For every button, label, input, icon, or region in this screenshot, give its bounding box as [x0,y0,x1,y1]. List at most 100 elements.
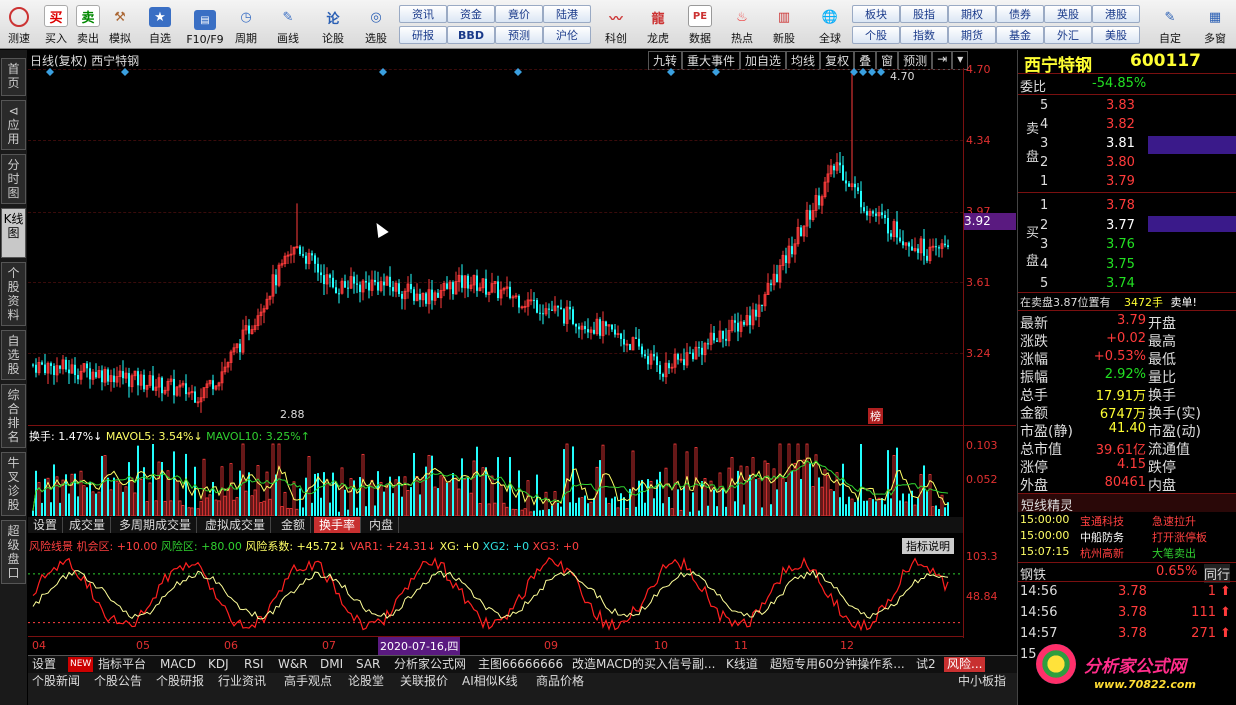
bbd-button[interactable]: BBD [447,26,495,44]
vol-tab-settings[interactable]: 设置 [28,517,64,533]
funds-button[interactable]: 基金 [996,26,1044,44]
multiwindow-button[interactable]: ▦ 多窗 [1196,2,1234,46]
vol-tab-amount[interactable]: 金额 [276,517,312,533]
sme-index-tab[interactable]: 中小板指 [958,674,1006,689]
uk-stocks-button[interactable]: 英股 [1044,5,1092,23]
auction-button[interactable]: 竟价 [495,5,543,23]
risk-tab[interactable]: 风险... [944,657,986,672]
tab-intraday[interactable]: 分时图 [1,154,26,204]
macd-tab[interactable]: MACD [160,657,196,672]
simulate-button[interactable]: ⚒ 模拟 [106,2,134,46]
elf-stock[interactable]: 杭州高新 [1080,545,1124,561]
f10-button[interactable]: ▤ F10/F9 [184,2,226,46]
stocks-button[interactable]: 个股 [852,26,900,44]
data-button[interactable]: PE 数据 [682,2,718,46]
sell-price[interactable]: 3.79 [1106,174,1135,189]
tab-stock-profile[interactable]: 个股资料 [1,262,26,326]
tab-apps[interactable]: ⊲ 应用 [1,100,26,150]
sector-button[interactable]: 板块 [852,5,900,23]
kline-chart-area[interactable]: 日线(复权) 西宁特钢 九转 重大事件 加自选 均线 复权 叠 窗 预测 ⇥ ▾… [28,50,1016,655]
custom-button[interactable]: ✎ 自定 [1150,2,1190,46]
vol-tab-volume[interactable]: 成交量 [64,517,112,533]
buy-price[interactable]: 3.74 [1106,276,1135,291]
dragon-tiger-button[interactable]: 龍龙虎 [640,2,676,46]
macd-buy-tab[interactable]: 改造MACD的买入信号副... [572,657,722,672]
forum-tab[interactable]: 论股堂 [348,674,384,689]
research-reports-tab[interactable]: 个股研报 [156,674,204,689]
expert-views-tab[interactable]: 高手观点 [284,674,332,689]
vol-tab-inner[interactable]: 内盘 [364,517,400,533]
fund-button[interactable]: 资金 [447,5,495,23]
bonds-button[interactable]: 债券 [996,5,1044,23]
kdj-tab[interactable]: KDJ [208,657,229,672]
vol-tab-virtual[interactable]: 虚拟成交量 [200,517,272,533]
news-button[interactable]: 资讯 [399,5,447,23]
speedtest-button[interactable]: 测速 [2,2,36,46]
wr-tab[interactable]: W&R [278,657,308,672]
60min-system-tab[interactable]: 超短专用60分钟操作系... [770,657,910,672]
dmi-tab[interactable]: DMI [320,657,343,672]
indicator-help-button[interactable]: 指标说明 [902,538,954,554]
turnover-bar [659,471,661,516]
main-chart-tab[interactable]: 主图66666666 [478,657,563,672]
stock-news-tab[interactable]: 个股新闻 [32,674,80,689]
global-button[interactable]: 🌐 全球 [810,2,850,46]
tab-ranking[interactable]: 综合排名 [1,384,26,448]
elf-time: 15:00:00 [1020,529,1070,542]
related-quotes-tab[interactable]: 关联报价 [400,674,448,689]
sell-price[interactable]: 3.80 [1106,155,1135,170]
tab-home[interactable]: 首页 [1,58,26,96]
rsi-tab[interactable]: RSI [244,657,264,672]
sar-tab[interactable]: SAR [356,657,380,672]
indicator-platform-tab[interactable]: 指标平台 [98,657,146,672]
research-button[interactable]: 研报 [399,26,447,44]
sell-price[interactable]: 3.82 [1106,117,1135,132]
sell-price[interactable]: 3.81 [1106,136,1135,151]
month-label: 04 [32,639,46,652]
elf-stock[interactable]: 中船防务 [1080,529,1124,545]
commodity-tab[interactable]: 商品价格 [536,674,584,689]
buy-price[interactable]: 3.76 [1106,237,1135,252]
futures-button[interactable]: 期货 [948,26,996,44]
tab-super-orderbook[interactable]: 超级盘口 [1,520,26,584]
ai-kline-tab[interactable]: AI相似K线 [462,674,518,689]
favorites-button[interactable]: ★ 自选 [142,2,178,46]
options-button[interactable]: 期权 [948,5,996,23]
buy-price[interactable]: 3.77 [1106,218,1135,233]
index-futures-button[interactable]: 股指 [900,5,948,23]
candle-body [698,347,700,349]
dragon-tiger-badge[interactable]: 榜 [868,408,883,424]
period-button[interactable]: ◷ 周期 [228,2,264,46]
tab-diagnose[interactable]: 牛叉诊股 [1,452,26,516]
hotspot-button[interactable]: ♨ 热点 [724,2,760,46]
us-stocks-button[interactable]: 美股 [1092,26,1140,44]
buy-button[interactable]: 买买入 [42,2,70,46]
stock-select-button[interactable]: ◎ 选股 [358,2,394,46]
announcements-tab[interactable]: 个股公告 [94,674,142,689]
forex-button[interactable]: 外汇 [1044,26,1092,44]
indicator-settings-tab[interactable]: 设置 [32,657,56,672]
shanghai-london-button[interactable]: 沪伦 [543,26,591,44]
forecast-button[interactable]: 预测 [495,26,543,44]
vol-tab-turnover[interactable]: 换手率 [314,517,362,533]
elf-stock[interactable]: 宝通科技 [1080,513,1124,529]
hk-stocks-button[interactable]: 港股 [1092,5,1140,23]
forum-button[interactable]: 论论股 [316,2,350,46]
sell-button[interactable]: 卖卖出 [74,2,102,46]
kline-channel-tab[interactable]: K线道 [726,657,758,672]
buy-price[interactable]: 3.75 [1106,257,1135,272]
tab-kline[interactable]: K线图 [1,208,26,258]
indices-button[interactable]: 指数 [900,26,948,44]
industry-news-tab[interactable]: 行业资讯 [218,674,266,689]
sell-price[interactable]: 3.83 [1106,98,1135,113]
buy-price[interactable]: 3.78 [1106,198,1135,213]
drawline-button[interactable]: ✎ 画线 [270,2,306,46]
hk-connect-button[interactable]: 陆港 [543,5,591,23]
formula-site-tab[interactable]: 分析家公式网 [394,657,466,672]
new-stock-button[interactable]: ▥ 新股 [766,2,802,46]
star-market-button[interactable]: 〰科创 [598,2,634,46]
vol-tab-multiperiod[interactable]: 多周期成交量 [114,517,198,533]
turnover-bar [476,446,478,516]
tab-watchlist[interactable]: 自选股 [1,330,26,380]
test2-tab[interactable]: 试2 [916,657,936,672]
